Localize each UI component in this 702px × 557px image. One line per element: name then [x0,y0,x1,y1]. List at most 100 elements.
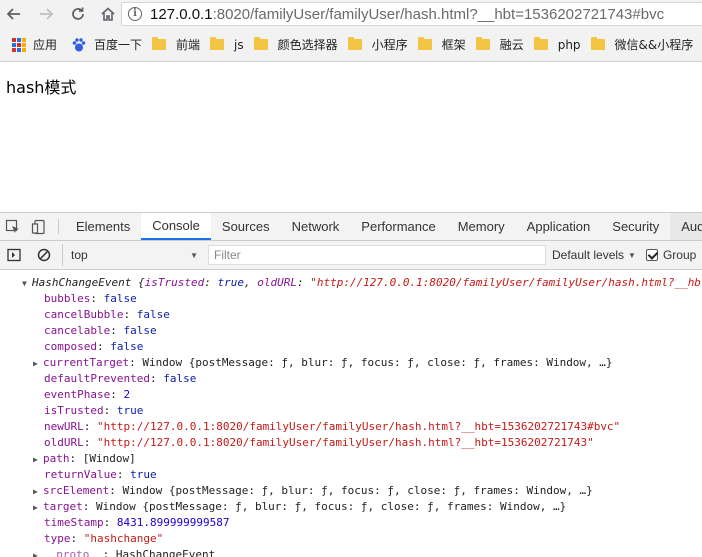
event-property-row: bubbles: false [44,292,137,305]
show-sidebar-button[interactable] [2,243,26,267]
tab-application[interactable]: Application [516,213,602,240]
property-value: false [123,324,157,337]
event-property-row: isTrusted: true [44,404,144,417]
event-property-row: defaultPrevented: false [44,372,197,385]
property-key: target [43,500,83,513]
event-property-row: newURL: "http://127.0.0.1:8020/familyUse… [44,420,621,433]
bookmark-label: 百度一下 [94,38,143,52]
bookmark-item[interactable]: 框架 [417,36,466,53]
tab-elements[interactable]: Elements [65,213,141,240]
property-value: false [163,372,197,385]
collapsed-triangle-icon[interactable]: ▶ [33,484,43,500]
property-value: HashChangeEvent [115,548,216,557]
bookmark-label: js [234,37,244,52]
tab-network[interactable]: Network [281,213,351,240]
clear-console-button[interactable] [32,243,56,267]
expanded-triangle-icon[interactable]: ▼ [22,276,32,292]
inspect-element-button[interactable] [0,213,26,240]
chevron-down-icon: ▼ [628,250,636,260]
header-key: isTrusted [144,276,205,289]
folder-icon [533,37,548,50]
bookmark-item[interactable]: 微信&&小程序 [590,36,694,53]
property-value: "hashchange" [83,532,164,545]
bookmark-item[interactable]: 小程序 [347,36,408,53]
back-button[interactable] [2,2,26,26]
home-button[interactable] [96,2,120,26]
chevron-down-icon: ▼ [190,251,198,260]
tab-performance[interactable]: Performance [350,213,446,240]
header-value: true [217,276,244,289]
tab-sources[interactable]: Sources [211,213,281,240]
property-key: __proto__ [43,548,103,557]
address-bar[interactable]: i 127.0.0.1:8020/familyUser/familyUser/h… [121,2,702,26]
event-property-row[interactable]: ▶ target: Window {postMessage: ƒ, blur: ƒ… [33,499,566,515]
bookmarks-bar: 应用 百度一下 前端 js 颜色选择器 小程序 框架 融云 php 微信&&小程序 [0,28,702,62]
clear-console-icon [37,248,51,262]
event-property-row[interactable]: ▶ path: [Window] [33,451,136,467]
property-value: true [116,404,144,417]
property-value: [Window] [82,452,136,465]
event-property-row: composed: false [44,340,144,353]
property-key: isTrusted [44,404,104,417]
tab-security[interactable]: Security [601,213,670,240]
header-value: "http://127.0.0.1:8020/familyUser/family… [310,276,702,289]
property-value: 2 [123,388,131,401]
bookmark-item[interactable]: 应用 [12,36,57,53]
event-property-row: cancelBubble: false [44,308,170,321]
group-similar-toggle[interactable]: Group [645,248,696,262]
checkbox-checked-icon[interactable] [645,249,658,261]
bookmark-label: php [557,37,581,52]
bookmark-item[interactable]: php [533,37,581,52]
console-filter-input[interactable]: Filter [208,245,546,265]
reload-icon [72,7,84,20]
bookmark-item[interactable]: 融云 [475,36,524,53]
tab-memory[interactable]: Memory [447,213,516,240]
property-key: eventPhase [44,388,111,401]
bookmark-label: 前端 [176,38,201,52]
property-value: true [130,468,157,481]
bookmark-label: 微信&&小程序 [614,38,694,52]
event-object-header[interactable]: ▼ HashChangeEvent {isTrusted: true, oldUR… [22,275,702,291]
bookmark-item[interactable]: 前端 [152,36,200,53]
forward-button[interactable] [34,2,58,26]
event-property-row[interactable]: ▶ __proto__: HashChangeEvent [33,547,215,557]
reload-button[interactable] [66,2,90,26]
bookmark-label: 框架 [441,38,466,52]
bookmark-label: 融云 [499,38,524,52]
property-value: Window {postMessage: ƒ, blur: ƒ, focus: … [122,484,593,497]
collapsed-triangle-icon[interactable]: ▶ [33,548,43,557]
tab-console[interactable]: Console [141,213,211,240]
event-property-row[interactable]: ▶ currentTarget: Window {postMessage: ƒ, … [33,355,613,371]
page-heading: hash模式 [6,78,77,97]
folder-icon [590,37,605,50]
back-arrow-icon [6,8,20,20]
event-property-row[interactable]: ▶ srcElement: Window {postMessage: ƒ, blu… [33,483,593,499]
property-key: type [44,532,71,545]
property-key: returnValue [44,468,117,481]
bookmark-item[interactable]: 颜色选择器 [253,36,338,53]
folder-icon [152,37,167,50]
collapsed-triangle-icon[interactable]: ▶ [33,452,43,468]
property-key: cancelBubble [44,308,124,321]
site-info-icon[interactable]: i [128,7,142,21]
event-property-row: cancelable: false [44,324,157,337]
device-toolbar-button[interactable] [26,213,52,240]
bookmark-item[interactable]: 百度一下 [71,36,142,53]
tab-audits[interactable]: Audits [670,213,702,240]
sidebar-toggle-icon [7,248,21,262]
forward-arrow-icon [40,8,54,20]
devtools-tab-bar: Elements Console Sources Network Performance… [0,213,702,241]
page-viewport: hash模式 [0,63,702,212]
bookmark-item[interactable]: js [210,37,244,52]
event-property-row: eventPhase: 2 [44,388,131,401]
context-value: top [71,248,88,262]
collapsed-triangle-icon[interactable]: ▶ [33,500,43,516]
property-value: false [110,340,144,353]
browser-toolbar: i 127.0.0.1:8020/familyUser/familyUser/h… [0,0,702,28]
log-levels-dropdown[interactable]: Default levels ▼ [552,248,636,262]
apps-grid-icon [12,37,26,52]
context-selector[interactable]: top ▼ [62,244,202,266]
property-key: bubbles [44,292,91,305]
baidu-paw-icon [72,37,86,51]
collapsed-triangle-icon[interactable]: ▶ [33,356,43,372]
